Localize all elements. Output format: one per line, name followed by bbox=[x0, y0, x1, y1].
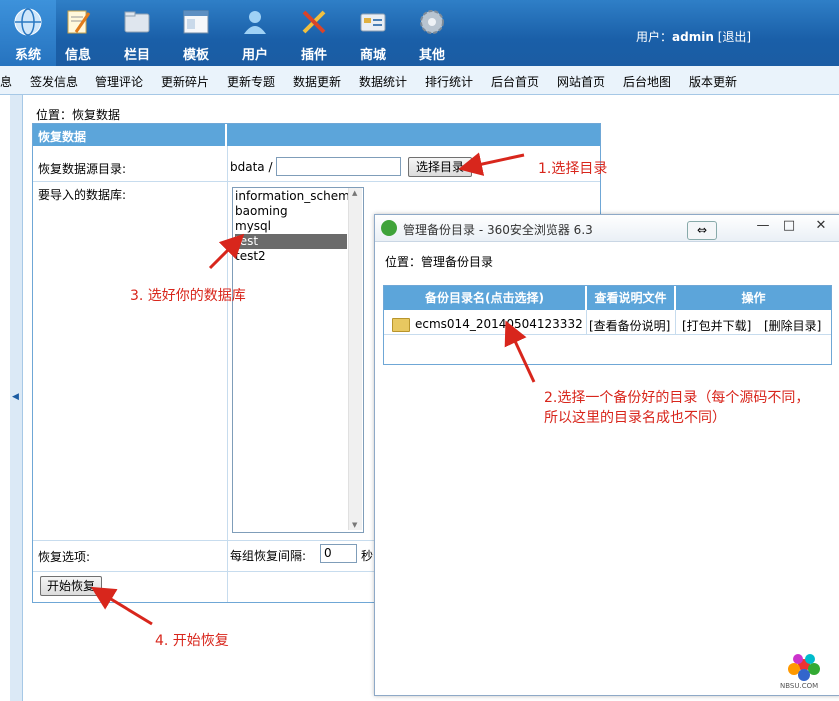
annotation-step3: 3. 选好你的数据库 bbox=[130, 288, 246, 304]
annotation-arrows bbox=[90, 152, 536, 626]
annotation-step4: 4. 开始恢复 bbox=[155, 633, 229, 649]
arrow-step2 bbox=[504, 320, 536, 383]
watermark-text: NBSU.COM bbox=[780, 682, 819, 690]
arrow-step3 bbox=[208, 233, 245, 270]
annotation-step1: 1.选择目录 bbox=[538, 161, 608, 177]
arrow-step1 bbox=[458, 152, 525, 176]
arrow-step4 bbox=[90, 586, 153, 626]
annotation-step2: 2.选择一个备份好的目录（每个源码不同，所以这里的目录名成也不同） bbox=[544, 390, 810, 426]
